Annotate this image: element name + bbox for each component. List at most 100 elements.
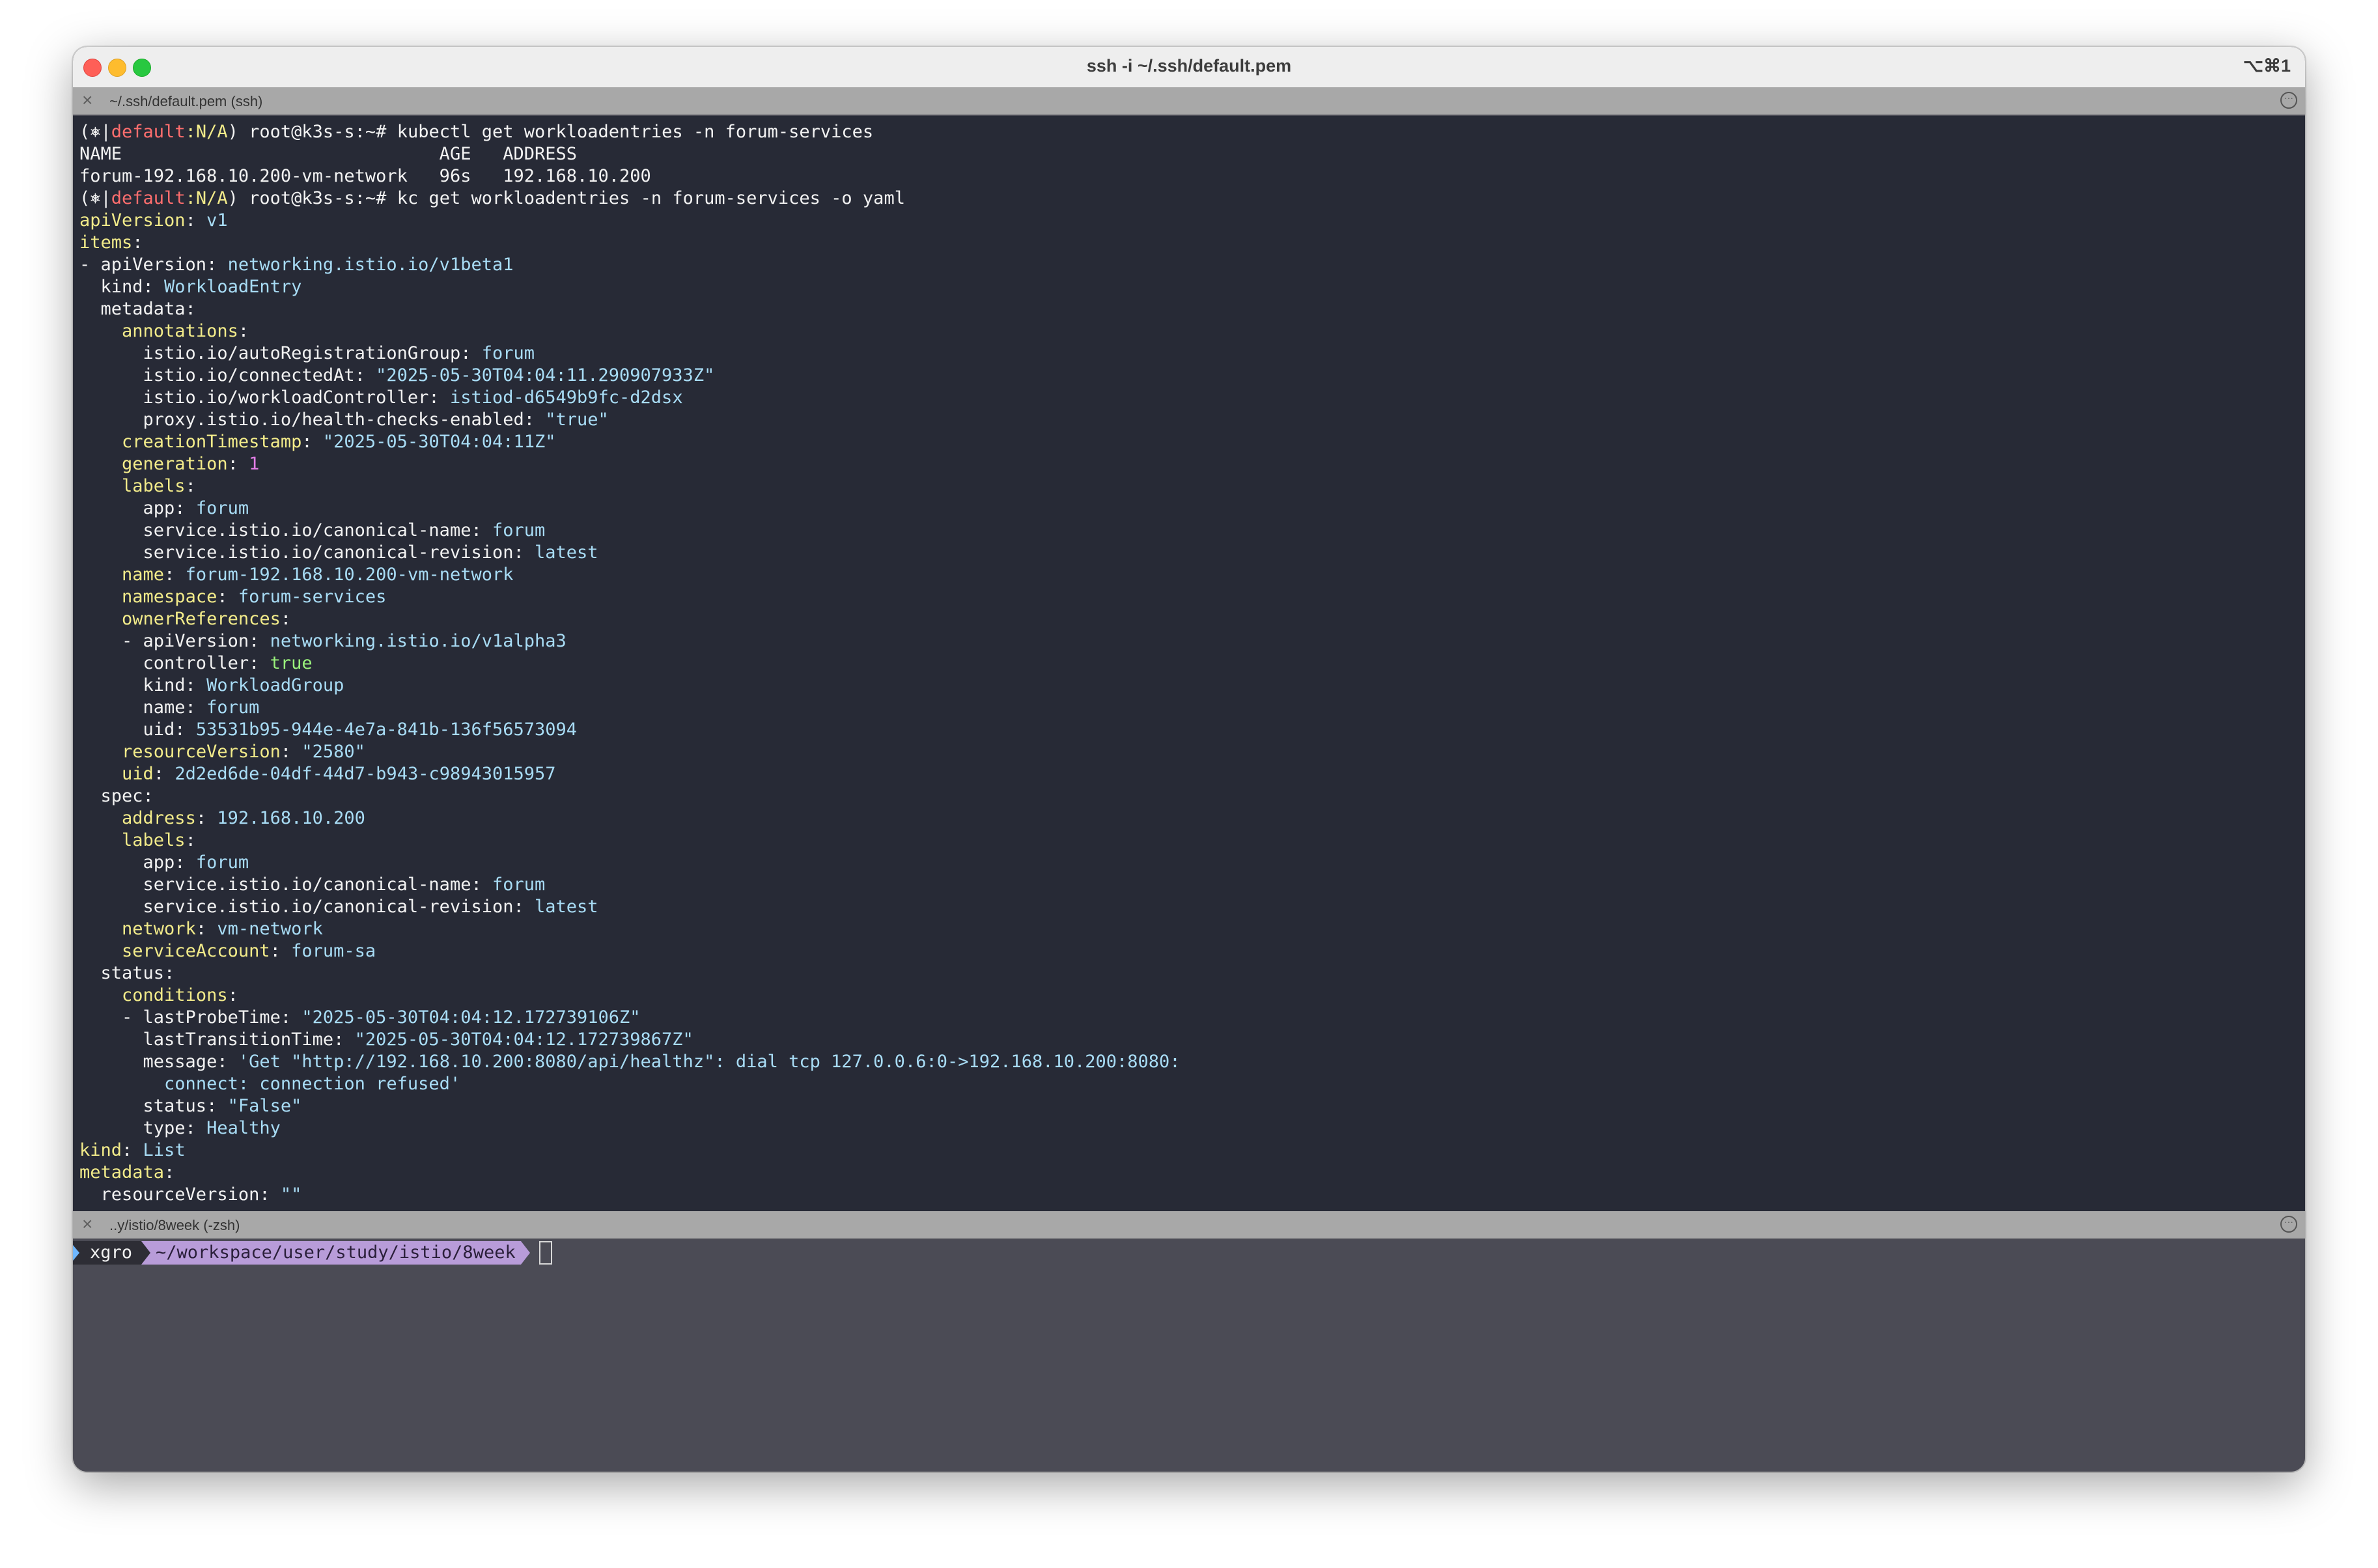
terminal-line: service.istio.io/canonical-name: forum [79, 520, 1181, 542]
terminal-text: apiVersion [79, 210, 186, 231]
terminal-text: name: [79, 697, 207, 718]
terminal-line: uid: 53531b95-944e-4e7a-841b-136f5657309… [79, 719, 1181, 741]
terminal-line: items: [79, 232, 1181, 254]
pane-menu-icon[interactable]: ··· [2280, 92, 2297, 109]
terminal-text: istio.io/connectedAt: [79, 365, 376, 385]
close-pane-icon[interactable]: × [82, 1214, 92, 1235]
terminal-text: "False" [227, 1096, 302, 1116]
terminal-text: 192.168.10.200 [217, 808, 365, 828]
terminal-text: forum [195, 498, 249, 518]
terminal-text: : [185, 476, 196, 496]
terminal-text: name [122, 565, 165, 585]
terminal-text: ) root@k3s-s:~# kubectl get workloadentr… [227, 122, 874, 142]
terminal-line: type: Healthy [79, 1117, 1181, 1140]
terminal-line: network: vm-network [79, 918, 1181, 940]
terminal-text: : [185, 830, 196, 850]
terminal-line: labels: [79, 475, 1181, 497]
terminal-text: : [195, 919, 217, 939]
terminal-line: resourceVersion: "" [79, 1184, 1181, 1206]
terminal-text: 'Get "http://192.168.10.200:8080/api/hea… [238, 1052, 1181, 1072]
terminal-line: forum-192.168.10.200-vm-network 96s 192.… [79, 165, 1181, 188]
terminal-line: uid: 2d2ed6de-04df-44d7-b943-c9894301595… [79, 763, 1181, 785]
terminal-line: status: [79, 962, 1181, 985]
terminal-text: forum-192.168.10.200-vm-network [185, 565, 514, 585]
terminal-line: service.istio.io/canonical-revision: lat… [79, 542, 1181, 564]
terminal-line: - apiVersion: networking.istio.io/v1beta… [79, 254, 1181, 276]
terminal-line: (⎈|default:N/A) root@k3s-s:~# kubectl ge… [79, 121, 1181, 143]
terminal-text: forum [195, 852, 249, 873]
terminal-text: service.istio.io/canonical-revision: [79, 897, 535, 917]
terminal-text: WorkloadGroup [206, 675, 344, 695]
terminal-line: connect: connection refused' [79, 1073, 1181, 1095]
terminal-text: latest [534, 897, 598, 917]
terminal-text: "" [280, 1184, 302, 1205]
terminal-line: conditions: [79, 985, 1181, 1007]
terminal-text: istio.io/workloadController: [79, 387, 450, 408]
terminal-text: message: [79, 1052, 238, 1072]
terminal-text: true [270, 653, 313, 673]
terminal-line: istio.io/connectedAt: "2025-05-30T04:04:… [79, 365, 1181, 387]
shell-prompt: xgro ~/workspace/user/study/istio/8week [73, 1241, 552, 1265]
window-shortcut: ⌥⌘1 [2243, 56, 2291, 76]
terminal-text: kind: [79, 277, 165, 297]
terminal-text: app: [79, 498, 196, 518]
close-pane-icon[interactable]: × [82, 90, 92, 111]
terminal-text: "2025-05-30T04:04:11Z" [322, 432, 556, 452]
terminal-text: v1 [206, 210, 228, 231]
terminal-line: ownerReferences: [79, 608, 1181, 630]
terminal-text: forum-services [238, 587, 387, 607]
title-bar[interactable]: ssh -i ~/.ssh/default.pem ⌥⌘1 [73, 47, 2305, 89]
prompt-separator-icon [141, 1241, 151, 1265]
pane-top-tab[interactable]: × ~/.ssh/default.pem (ssh) ··· [73, 87, 2305, 115]
terminal-text: "2025-05-30T04:04:11.290907933Z" [376, 365, 715, 385]
terminal-text: 1 [249, 454, 260, 474]
terminal-text: labels [122, 830, 186, 850]
terminal-text: istio.io/autoRegistrationGroup: [79, 343, 482, 363]
terminal-text: : [280, 609, 292, 629]
terminal-text: type: [79, 1118, 207, 1138]
terminal-line: spec: [79, 785, 1181, 807]
terminal-line: apiVersion: v1 [79, 210, 1181, 232]
terminal-text: "true" [545, 410, 609, 430]
terminal-line: message: 'Get "http://192.168.10.200:808… [79, 1051, 1181, 1073]
terminal-pane-bottom[interactable]: xgro ~/workspace/user/study/istio/8week [73, 1239, 2305, 1472]
terminal-text: - lastProbeTime: [79, 1007, 302, 1028]
terminal-text: resourceVersion: [79, 1184, 281, 1205]
terminal-text: List [143, 1140, 186, 1160]
pane-bottom-tab[interactable]: × ..y/istio/8week (-zsh) ··· [73, 1211, 2305, 1239]
text-cursor [539, 1241, 552, 1265]
terminal-text: service.istio.io/canonical-revision: [79, 542, 535, 563]
terminal-text: : [164, 1162, 175, 1183]
terminal-text: address [122, 808, 196, 828]
terminal-text: "2025-05-30T04:04:12.172739106Z" [301, 1007, 641, 1028]
terminal-line: kind: WorkloadGroup [79, 675, 1181, 697]
terminal-line: annotations: [79, 320, 1181, 343]
terminal-window: ssh -i ~/.ssh/default.pem ⌥⌘1 × ~/.ssh/d… [73, 47, 2305, 1472]
terminal-line: generation: 1 [79, 453, 1181, 475]
terminal-text: default [111, 122, 186, 142]
terminal-text: : [280, 742, 302, 762]
terminal-text: forum [492, 875, 546, 895]
terminal-text: 53531b95-944e-4e7a-841b-136f56573094 [195, 720, 578, 740]
terminal-text: serviceAccount [122, 941, 270, 961]
pane-top-tab-label: ~/.ssh/default.pem (ssh) [109, 93, 263, 109]
terminal-pane-top[interactable]: (⎈|default:N/A) root@k3s-s:~# kubectl ge… [73, 116, 2305, 1211]
terminal-text: controller: [79, 653, 270, 673]
terminal-text: kind [79, 1140, 122, 1160]
terminal-text: service.istio.io/canonical-name: [79, 520, 492, 540]
terminal-line: istio.io/workloadController: istiod-d654… [79, 387, 1181, 409]
terminal-line: lastTransitionTime: "2025-05-30T04:04:12… [79, 1029, 1181, 1051]
terminal-text: : [270, 941, 292, 961]
terminal-line: metadata: [79, 1162, 1181, 1184]
terminal-text: (⎈| [79, 122, 111, 142]
terminal-text: resourceVersion [122, 742, 281, 762]
terminal-text: :N/A [185, 122, 228, 142]
terminal-text: status: [79, 963, 175, 983]
terminal-text: namespace [122, 587, 217, 607]
pane-menu-icon[interactable]: ··· [2280, 1216, 2297, 1233]
